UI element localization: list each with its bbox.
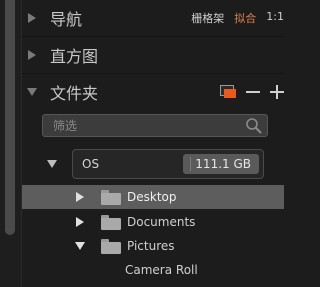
remove-folder-icon[interactable] — [246, 85, 260, 99]
expand-triangle-icon[interactable] — [22, 13, 42, 23]
collapse-triangle-icon[interactable] — [22, 87, 42, 96]
volume-size-badge: 111.1 GB — [183, 154, 259, 174]
folder-label: Desktop — [127, 190, 177, 204]
folder-icon — [101, 214, 121, 230]
folder-icon — [101, 189, 121, 205]
folder-filter-field[interactable] — [42, 114, 268, 137]
zoom-option-fit[interactable]: 拟合 — [234, 10, 256, 26]
folder-icon — [101, 238, 121, 254]
folder-label: Pictures — [127, 239, 175, 253]
expand-triangle-icon[interactable] — [76, 217, 84, 227]
folder-item-desktop[interactable]: Desktop — [22, 185, 284, 209]
scrollbar-thumb[interactable] — [5, 0, 15, 235]
zoom-options: 栅格架 拟合 1:1 — [191, 10, 284, 26]
volume-size-label: 111.1 GB — [195, 157, 251, 171]
folder-item-camera-roll[interactable]: Camera Roll — [22, 258, 284, 282]
navigator-title: 导航 — [50, 10, 83, 29]
expand-triangle-icon[interactable] — [22, 50, 42, 60]
folder-label: Documents — [127, 215, 196, 229]
search-icon[interactable] — [245, 117, 263, 135]
add-icon[interactable] — [270, 84, 284, 99]
folder-item-pictures[interactable]: Pictures — [22, 234, 284, 258]
folders-title: 文件夹 — [50, 83, 99, 103]
volume-name: OS — [82, 157, 100, 171]
folder-filter-input[interactable] — [51, 117, 245, 134]
expand-triangle-icon[interactable] — [76, 192, 84, 202]
right-edge-strip — [284, 0, 300, 287]
panel-scrollbar[interactable] — [0, 0, 22, 287]
histogram-title: 直方图 — [50, 47, 99, 66]
folders-panel-header[interactable]: 文件夹 — [22, 74, 284, 109]
zoom-option-1to1[interactable]: 1:1 — [266, 10, 284, 26]
folder-label: Camera Roll — [125, 263, 198, 277]
volume-row[interactable]: OS 111.1 GB — [72, 149, 264, 179]
volume-collapse-triangle-icon[interactable] — [47, 160, 57, 168]
collapse-triangle-icon[interactable] — [75, 242, 85, 250]
navigator-panel-header[interactable]: 导航 栅格架 拟合 1:1 — [22, 0, 284, 37]
zoom-option-grid[interactable]: 栅格架 — [191, 10, 224, 26]
folder-item-documents[interactable]: Documents — [22, 210, 284, 234]
add-folder-icon[interactable] — [220, 85, 236, 98]
histogram-panel-header[interactable]: 直方图 — [22, 37, 284, 74]
